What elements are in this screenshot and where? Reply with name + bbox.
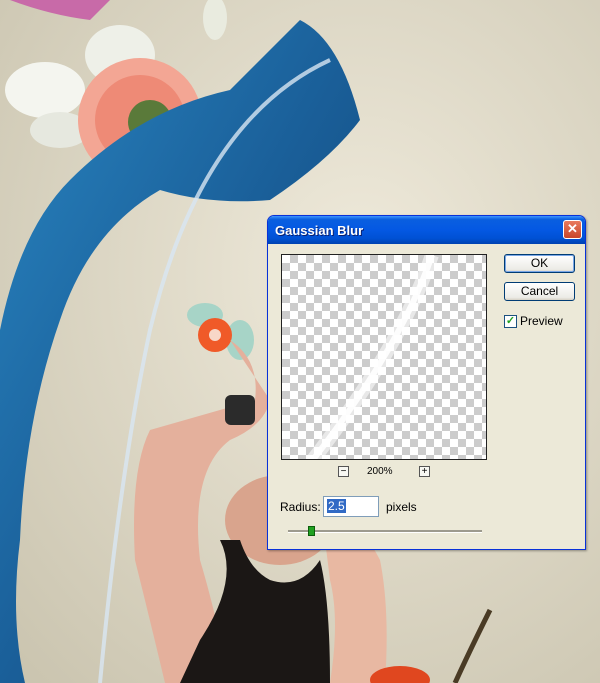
zoom-in-button[interactable]: + [419, 466, 430, 477]
ok-button[interactable]: OK [504, 254, 575, 273]
radius-label: Radius: [280, 500, 321, 514]
radius-slider-thumb[interactable] [308, 526, 316, 536]
radius-value: 2.5 [327, 499, 346, 513]
radius-input[interactable]: 2.5 [323, 496, 379, 517]
zoom-out-button[interactable]: − [338, 466, 349, 477]
preview-label: Preview [520, 314, 563, 328]
close-icon[interactable]: ✕ [563, 220, 582, 239]
radius-slider-track[interactable] [288, 530, 482, 533]
zoom-level: 200% [367, 466, 393, 477]
cancel-button[interactable]: Cancel [504, 282, 575, 301]
radius-unit-label: pixels [386, 500, 417, 514]
gaussian-blur-dialog: Gaussian Blur ✕ − 200% + OK Cancel ✓ Pre… [267, 215, 586, 550]
preview-image [306, 255, 439, 459]
preview-checkbox[interactable]: ✓ [504, 315, 517, 328]
dialog-title: Gaussian Blur [275, 223, 364, 238]
blur-preview-pane[interactable] [281, 254, 487, 460]
dialog-titlebar[interactable]: Gaussian Blur ✕ [268, 216, 585, 244]
